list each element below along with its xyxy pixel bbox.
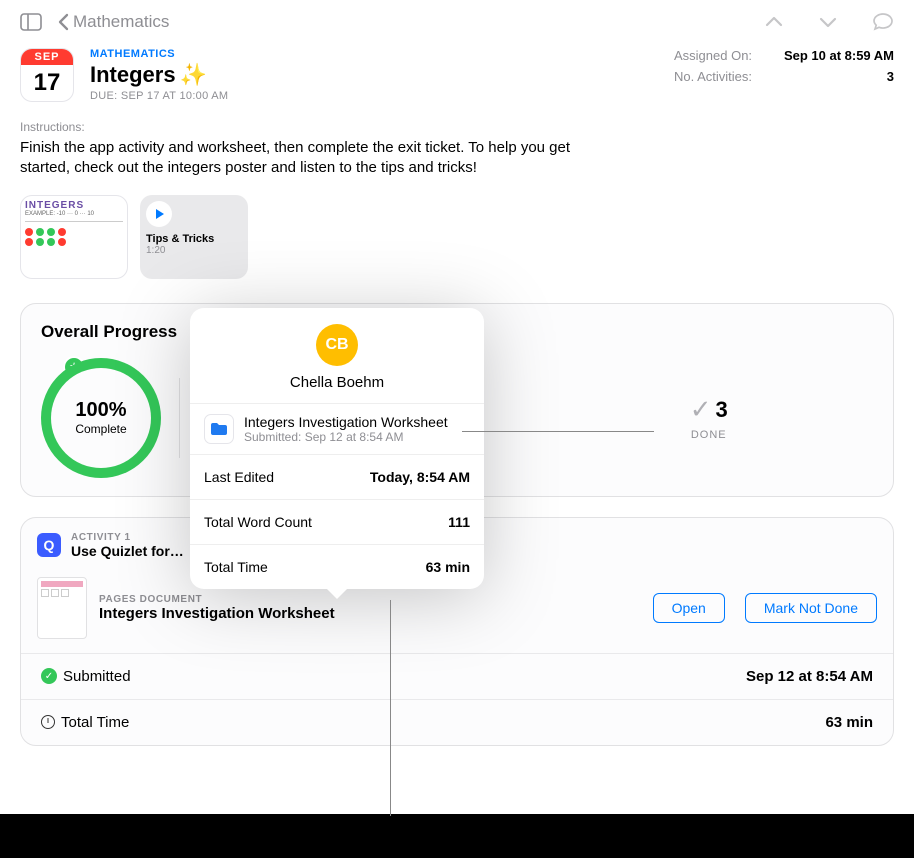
callout-line	[390, 600, 391, 816]
popup-doc-title: Integers Investigation Worksheet	[244, 414, 470, 430]
done-label: DONE	[691, 429, 727, 441]
assigned-on-label: Assigned On:	[674, 48, 752, 63]
sidebar-toggle-icon[interactable]	[20, 13, 42, 31]
assignment-category: MATHEMATICS	[90, 48, 658, 60]
avatar: CB	[316, 324, 358, 366]
assignment-title: Integers ✨	[90, 62, 658, 88]
progress-percent: 100%	[75, 399, 126, 422]
attachment-poster[interactable]: INTEGERS EXAMPLE: -10 ··· 0 ··· 10	[20, 195, 128, 279]
activities-count-label: No. Activities:	[674, 69, 752, 84]
bottom-mask	[0, 814, 914, 858]
callout-line	[462, 431, 654, 432]
calendar-icon: SEP 17	[20, 48, 74, 102]
instructions-label: Instructions:	[0, 114, 914, 138]
check-icon: ✓	[690, 394, 712, 425]
popup-row: Last EditedToday, 8:54 AM	[190, 454, 484, 499]
document-category: PAGES DOCUMENT	[99, 594, 335, 605]
mark-not-done-button[interactable]: Mark Not Done	[745, 593, 877, 623]
popup-document-row[interactable]: Integers Investigation Worksheet Submitt…	[190, 403, 484, 454]
instructions-text: Finish the app activity and worksheet, t…	[0, 138, 600, 179]
back-label: Mathematics	[73, 12, 169, 32]
assignment-due: DUE: SEP 17 AT 10:00 AM	[90, 90, 658, 102]
total-time-label: Total Time	[61, 714, 129, 731]
activity-name: Use Quizlet for…	[71, 543, 184, 559]
open-button[interactable]: Open	[653, 593, 725, 623]
chevron-down-icon[interactable]	[818, 15, 838, 29]
assignment-header: SEP 17 MATHEMATICS Integers ✨ DUE: SEP 1…	[0, 44, 914, 114]
document-thumbnail[interactable]	[37, 577, 87, 639]
activity-index-label: ACTIVITY 1	[71, 532, 184, 543]
popup-row: Total Time63 min	[190, 544, 484, 589]
document-title: Integers Investigation Worksheet	[99, 605, 335, 622]
sparkles-icon: ✨	[180, 62, 207, 88]
folder-icon	[204, 414, 234, 444]
submitted-value: Sep 12 at 8:54 AM	[746, 668, 873, 685]
attachment-audio[interactable]: Tips & Tricks 1:20	[140, 195, 248, 279]
calendar-month: SEP	[21, 49, 73, 65]
progress-ring: ★ 100% Complete	[41, 358, 161, 478]
assigned-on-value: Sep 10 at 8:59 AM	[784, 48, 894, 63]
back-button[interactable]: Mathematics	[58, 12, 169, 32]
popup-row: Total Word Count111	[190, 499, 484, 544]
activities-count-value: 3	[887, 69, 894, 84]
student-name: Chella Boehm	[202, 374, 472, 391]
total-time-value: 63 min	[825, 714, 873, 731]
progress-complete-label: Complete	[75, 422, 126, 436]
calendar-day: 17	[21, 65, 73, 101]
navbar: Mathematics	[0, 0, 914, 44]
attachments-row: INTEGERS EXAMPLE: -10 ··· 0 ··· 10 Tips …	[0, 179, 914, 303]
audio-title: Tips & Tricks	[146, 233, 242, 245]
submitted-row: ✓ Submitted Sep 12 at 8:54 AM	[21, 653, 893, 699]
student-detail-popup: CB Chella Boehm Integers Investigation W…	[190, 308, 484, 589]
clock-icon	[41, 715, 55, 729]
comment-icon[interactable]	[872, 12, 894, 32]
play-icon	[146, 201, 172, 227]
chevron-up-icon[interactable]	[764, 15, 784, 29]
done-stat: ✓3 DONE	[545, 394, 874, 441]
submitted-label: Submitted	[63, 668, 131, 685]
checkmark-icon: ✓	[41, 668, 57, 684]
quizlet-icon: Q	[37, 533, 61, 557]
total-time-row: Total Time 63 min	[21, 699, 893, 745]
audio-duration: 1:20	[146, 245, 242, 256]
popup-doc-submitted: Submitted: Sep 12 at 8:54 AM	[244, 430, 470, 444]
